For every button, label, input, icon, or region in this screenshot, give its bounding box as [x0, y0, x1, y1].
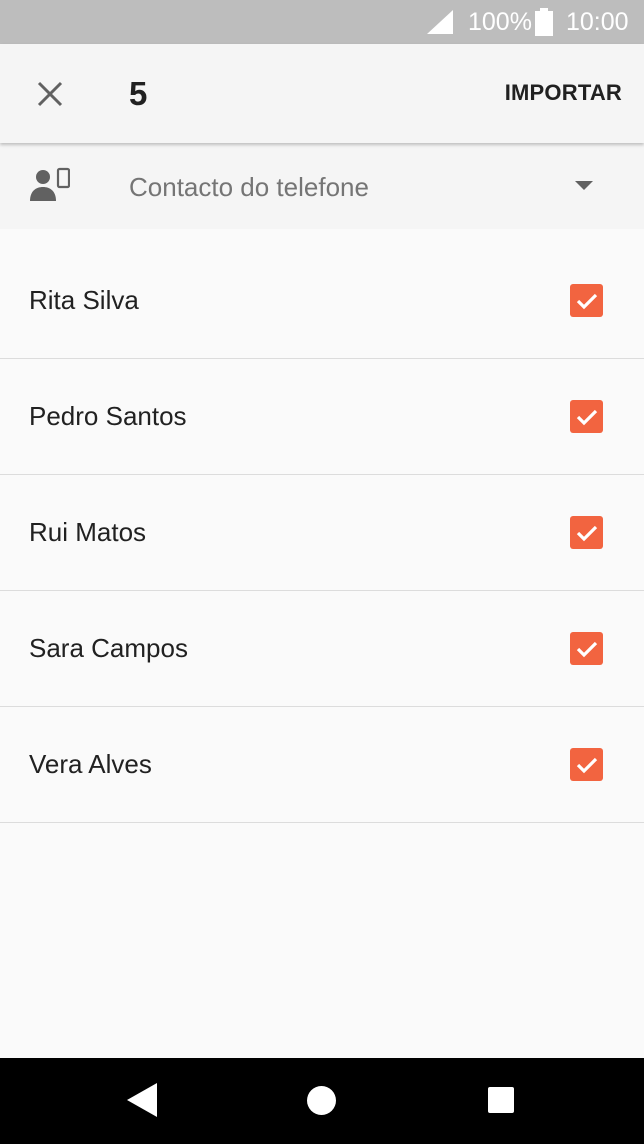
- account-label: Contacto do telefone: [129, 172, 369, 202]
- contact-name: Sara Campos: [29, 633, 188, 663]
- contact-name: Rita Silva: [29, 285, 139, 315]
- status-bar: 100% 10:00: [0, 0, 644, 44]
- contact-checkbox[interactable]: [570, 400, 603, 433]
- selected-count: 5: [129, 75, 148, 112]
- contact-checkbox[interactable]: [570, 516, 603, 549]
- contact-item[interactable]: Vera Alves: [0, 707, 644, 823]
- contact-item[interactable]: Rita Silva: [0, 243, 644, 359]
- contact-checkbox[interactable]: [570, 632, 603, 665]
- battery-icon: [535, 8, 553, 36]
- close-icon: [37, 81, 63, 107]
- dropdown-arrow-icon[interactable]: [575, 181, 593, 190]
- import-button[interactable]: IMPORTAR: [505, 80, 622, 106]
- app-bar: 5 IMPORTAR: [0, 44, 644, 143]
- contact-item[interactable]: Sara Campos: [0, 591, 644, 707]
- contact-item[interactable]: Pedro Santos: [0, 359, 644, 475]
- contact-checkbox[interactable]: [570, 748, 603, 781]
- checkmark-icon: [576, 293, 597, 309]
- checkmark-icon: [576, 525, 597, 541]
- status-time: 10:00: [566, 8, 629, 36]
- contact-name: Vera Alves: [29, 749, 152, 779]
- checkmark-icon: [576, 409, 597, 425]
- contact-name: Rui Matos: [29, 517, 147, 547]
- contact-checkbox[interactable]: [570, 284, 603, 317]
- checkmark-icon: [576, 641, 597, 657]
- contact-name: Pedro Santos: [29, 401, 187, 431]
- battery-percent: 100%: [468, 8, 532, 36]
- recents-icon[interactable]: [488, 1087, 514, 1113]
- account-selector[interactable]: Contacto do telefone: [0, 143, 644, 229]
- close-button[interactable]: [24, 68, 76, 120]
- home-icon[interactable]: [307, 1086, 336, 1115]
- phone-contact-icon: [30, 167, 70, 201]
- checkmark-icon: [576, 757, 597, 773]
- contact-list: Rita Silva Pedro Santos Rui Matos Sara C…: [0, 243, 644, 823]
- navigation-bar: [0, 1058, 644, 1144]
- back-icon[interactable]: [127, 1083, 157, 1117]
- signal-icon: [427, 10, 453, 34]
- contact-item[interactable]: Rui Matos: [0, 475, 644, 591]
